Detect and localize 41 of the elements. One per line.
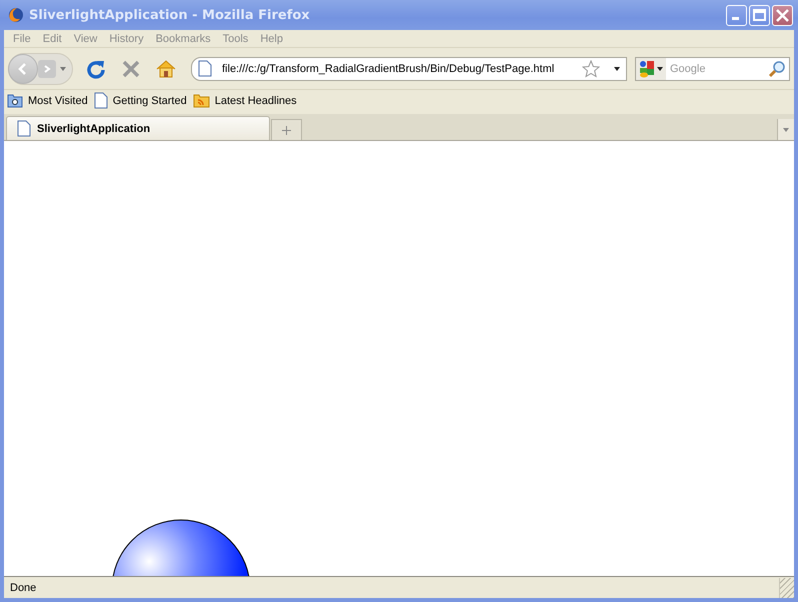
address-bar[interactable]: file:///c:/g/Transform_RadialGradientBrush/Bin/Debug/TestPage.html bbox=[191, 56, 627, 80]
page-icon bbox=[198, 60, 212, 77]
minimize-button[interactable] bbox=[726, 4, 747, 26]
star-icon[interactable] bbox=[582, 60, 600, 78]
plus-icon bbox=[282, 126, 291, 134]
bookmark-link[interactable]: Most Visited bbox=[28, 94, 88, 106]
status-text: Done bbox=[10, 582, 36, 594]
new-tab-button[interactable] bbox=[271, 119, 302, 140]
back-button[interactable] bbox=[8, 54, 38, 84]
caret-icon bbox=[783, 128, 789, 132]
menu-item[interactable]: Edit bbox=[38, 32, 67, 44]
feed-folder-icon bbox=[192, 93, 210, 108]
search-engine-button[interactable] bbox=[636, 58, 666, 80]
search-icon[interactable] bbox=[768, 60, 786, 78]
menu-item[interactable]: Tools bbox=[218, 32, 254, 44]
dropdown-caret-icon[interactable] bbox=[614, 66, 620, 70]
home-icon[interactable] bbox=[155, 58, 177, 80]
firefox-logo-icon bbox=[8, 7, 24, 23]
menu-item[interactable]: History bbox=[104, 32, 149, 44]
page-icon bbox=[17, 120, 31, 137]
url-text: file:///c:/g/Transform_RadialGradientBrush/Bin/Debug/TestPage.html bbox=[222, 62, 556, 74]
dropdown-caret-icon bbox=[657, 66, 663, 70]
folder-icon bbox=[7, 93, 23, 108]
bookmark-link[interactable]: Latest Headlines bbox=[214, 94, 297, 106]
maximize-button[interactable] bbox=[749, 4, 770, 26]
resize-grip-icon[interactable] bbox=[779, 578, 794, 598]
stop-icon[interactable] bbox=[121, 58, 141, 78]
browser-tab[interactable]: SliverlightApplication bbox=[6, 116, 270, 140]
menu-item[interactable]: Help bbox=[255, 32, 288, 44]
window-title: SliverlightApplication - Mozilla Firefox bbox=[29, 8, 310, 22]
menu-item[interactable]: File bbox=[8, 32, 36, 44]
search-field[interactable]: Google bbox=[635, 56, 790, 80]
menu-item[interactable]: View bbox=[68, 32, 102, 44]
bookmark-link[interactable]: Getting Started bbox=[112, 94, 187, 106]
minimize-icon bbox=[732, 17, 738, 20]
tab-list-button[interactable] bbox=[777, 119, 794, 140]
menu-item[interactable]: Bookmarks bbox=[150, 32, 216, 44]
close-button[interactable] bbox=[772, 4, 793, 26]
forward-button[interactable] bbox=[38, 60, 56, 78]
page-icon bbox=[94, 92, 108, 109]
search-engine-logo-icon bbox=[639, 60, 655, 78]
